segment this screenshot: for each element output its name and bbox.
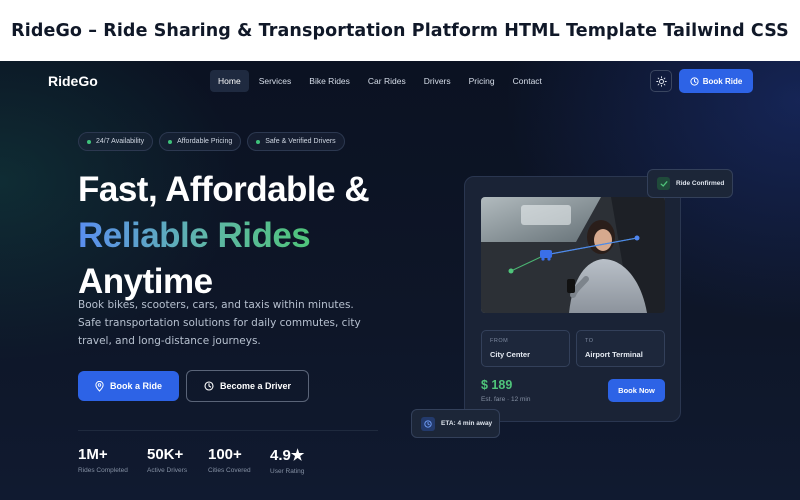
dropoff-location-field[interactable]: TO Airport Terminal <box>576 330 665 367</box>
pickup-location-field[interactable]: FROM City Center <box>481 330 570 367</box>
eta-toast: ETA: 4 min away <box>411 409 500 438</box>
clock-icon <box>204 381 214 391</box>
become-driver-button[interactable]: Become a Driver <box>186 370 309 402</box>
stat-cities: 100+ Cities Covered <box>208 446 251 474</box>
feature-badges: 24/7 Availability Affordable Pricing Saf… <box>78 132 345 151</box>
nav-link-services[interactable]: Services <box>251 70 300 92</box>
fare-estimate: Est. fare · 12 min <box>481 396 531 403</box>
headline-line-2: Reliable Rides <box>78 216 311 255</box>
top-nav: RideGo Home Services Bike Rides Car Ride… <box>0 61 800 101</box>
book-a-ride-label: Book a Ride <box>109 381 162 391</box>
from-label: FROM <box>490 338 509 344</box>
book-ride-label: Book Ride <box>702 76 743 86</box>
logo[interactable]: RideGo <box>48 73 98 89</box>
green-dot-icon <box>87 139 91 144</box>
stat-rating: 4.9★ User Rating <box>270 446 304 475</box>
theme-toggle-button[interactable] <box>650 70 672 92</box>
ride-price: $ 189 <box>481 378 513 392</box>
stat-label: Active Drivers <box>147 467 188 474</box>
from-value: City Center <box>490 350 531 359</box>
nav-link-contact[interactable]: Contact <box>505 70 550 92</box>
book-a-ride-button[interactable]: Book a Ride <box>78 371 179 401</box>
badge-drivers: Safe & Verified Drivers <box>247 132 345 151</box>
stat-label: Rides Completed <box>78 467 128 474</box>
nav-link-pricing[interactable]: Pricing <box>461 70 503 92</box>
badge-label: 24/7 Availability <box>96 138 145 145</box>
hero-description: Book bikes, scooters, cars, and taxis wi… <box>78 299 361 347</box>
stat-value: 100+ <box>208 446 242 463</box>
stat-value: 1M+ <box>78 446 108 463</box>
nav-link-car-rides[interactable]: Car Rides <box>360 70 414 92</box>
book-ride-button[interactable]: Book Ride <box>679 69 753 93</box>
banner-title: RideGo – Ride Sharing & Transportation P… <box>11 20 789 41</box>
check-icon <box>657 177 670 190</box>
headline-line-1: Fast, Affordable & <box>78 170 370 209</box>
stat-value: 4.9★ <box>270 447 305 464</box>
stat-label: User Rating <box>270 468 305 475</box>
ride-confirmed-toast: Ride Confirmed <box>647 169 733 198</box>
nav-link-home[interactable]: Home <box>210 70 249 92</box>
clock-icon <box>690 76 699 86</box>
passenger-photo <box>481 197 665 313</box>
nav-link-bike-rides[interactable]: Bike Rides <box>301 70 358 92</box>
badge-label: Safe & Verified Drivers <box>265 138 336 145</box>
to-value: Airport Terminal <box>585 350 643 359</box>
book-now-button[interactable]: Book Now <box>608 379 665 402</box>
ride-confirmed-label: Ride Confirmed <box>676 180 725 187</box>
nav-links: Home Services Bike Rides Car Rides Drive… <box>210 70 552 92</box>
stat-drivers: 50K+ Active Drivers <box>147 446 187 474</box>
sun-icon <box>655 75 667 87</box>
template-banner: RideGo – Ride Sharing & Transportation P… <box>0 0 800 61</box>
ridego-site: RideGo Home Services Bike Rides Car Ride… <box>0 61 800 500</box>
become-driver-label: Become a Driver <box>219 381 292 391</box>
stat-label: Cities Covered <box>208 467 251 474</box>
map-pin-icon <box>95 380 104 392</box>
eta-label: ETA: 4 min away <box>441 420 493 427</box>
stats-divider <box>78 430 378 431</box>
to-label: TO <box>585 338 594 344</box>
nav-link-drivers[interactable]: Drivers <box>416 70 459 92</box>
clock-icon <box>421 416 435 431</box>
green-dot-icon <box>168 139 173 144</box>
passenger-illustration <box>481 197 665 313</box>
green-dot-icon <box>256 139 261 144</box>
badge-availability: 24/7 Availability <box>78 132 154 151</box>
badge-label: Affordable Pricing <box>177 138 233 145</box>
stat-rides: 1M+ Rides Completed <box>78 446 128 474</box>
hero-headline: Fast, Affordable & Reliable Rides Anytim… <box>78 167 370 305</box>
stat-value: 50K+ <box>147 446 184 463</box>
ride-card: FROM City Center TO Airport Terminal $ 1… <box>464 176 681 422</box>
badge-pricing: Affordable Pricing <box>159 132 242 151</box>
